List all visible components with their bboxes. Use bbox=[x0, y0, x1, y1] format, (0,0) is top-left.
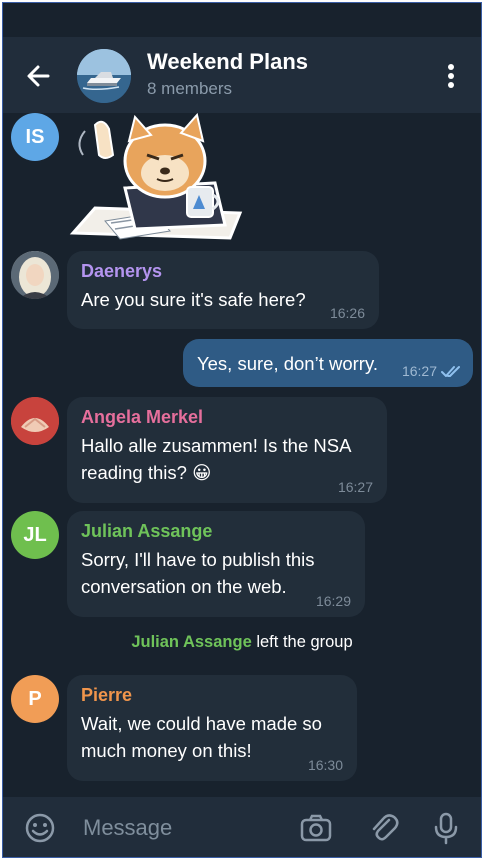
message-list[interactable]: IS Daenerys Are you sure it's safe here?… bbox=[3, 112, 481, 797]
message-time: 16:27 bbox=[337, 479, 373, 495]
group-avatar[interactable] bbox=[77, 49, 131, 103]
message-text-line: Sorry, I'll have to publish this bbox=[81, 549, 315, 570]
message-input-bar bbox=[3, 797, 481, 857]
avatar-p[interactable]: P bbox=[11, 675, 59, 723]
avatar-daenerys[interactable] bbox=[11, 251, 59, 299]
avatar-jl[interactable]: JL bbox=[11, 511, 59, 559]
more-options-button[interactable] bbox=[439, 59, 463, 93]
microphone-icon bbox=[434, 812, 458, 845]
outgoing-message-bubble[interactable]: Yes, sure, don’t worry. 16:27 bbox=[183, 339, 473, 387]
message-text-line: reading this? 😀 bbox=[81, 462, 212, 483]
sender-name[interactable]: Daenerys bbox=[81, 261, 365, 282]
message-time: 16:26 bbox=[329, 305, 365, 321]
sender-name[interactable]: Angela Merkel bbox=[81, 407, 373, 428]
camera-button[interactable] bbox=[299, 811, 333, 845]
sender-name[interactable]: Julian Assange bbox=[81, 521, 351, 542]
shiba-sticker bbox=[69, 112, 243, 240]
back-arrow-icon bbox=[27, 65, 50, 87]
avatar-angela-merkel[interactable] bbox=[11, 397, 59, 445]
attach-icon bbox=[372, 814, 399, 841]
attach-button[interactable] bbox=[367, 811, 401, 845]
app-frame: Weekend Plans 8 members IS Daenerys Are … bbox=[2, 2, 482, 858]
message-bubble[interactable]: Angela Merkel Hallo alle zusammen! Is th… bbox=[67, 397, 387, 503]
boat-photo bbox=[77, 49, 131, 103]
message-time: 16:30 bbox=[307, 757, 343, 773]
camera-icon bbox=[300, 814, 332, 842]
message-text-line: much money on this! bbox=[81, 740, 252, 761]
sticker-message[interactable] bbox=[65, 112, 245, 243]
message-time: 16:27 bbox=[401, 363, 437, 379]
chat-header: Weekend Plans 8 members bbox=[3, 37, 481, 113]
message-text: Are you sure it's safe here? bbox=[81, 289, 306, 310]
message-bubble[interactable]: Julian Assange Sorry, I'll have to publi… bbox=[67, 511, 365, 617]
service-message: Julian Assange left the group bbox=[3, 633, 481, 652]
voice-button[interactable] bbox=[429, 811, 463, 845]
message-text-line: Hallo alle zusammen! Is the NSA bbox=[81, 435, 352, 456]
service-actor[interactable]: Julian Assange bbox=[131, 633, 251, 651]
chat-title[interactable]: Weekend Plans bbox=[147, 49, 308, 75]
message-input[interactable] bbox=[83, 811, 283, 845]
back-button[interactable] bbox=[21, 59, 55, 93]
emoji-button[interactable] bbox=[23, 811, 57, 845]
service-action: left the group bbox=[256, 633, 353, 651]
message-bubble[interactable]: Pierre Wait, we could have made so much … bbox=[67, 675, 357, 781]
double-check-icon bbox=[441, 366, 460, 377]
message-time: 16:29 bbox=[315, 593, 351, 609]
message-text-line: Wait, we could have made so bbox=[81, 713, 322, 734]
avatar-is[interactable]: IS bbox=[11, 113, 59, 161]
more-vert-icon bbox=[448, 64, 454, 88]
message-text-line: conversation on the web. bbox=[81, 576, 287, 597]
status-bar bbox=[3, 3, 481, 37]
sender-name[interactable]: Pierre bbox=[81, 685, 343, 706]
daenerys-photo bbox=[11, 251, 59, 299]
merkel-photo bbox=[11, 397, 59, 445]
message-bubble[interactable]: Daenerys Are you sure it's safe here? 16… bbox=[67, 251, 379, 329]
emoji-icon bbox=[25, 813, 55, 843]
member-count: 8 members bbox=[147, 79, 233, 98]
